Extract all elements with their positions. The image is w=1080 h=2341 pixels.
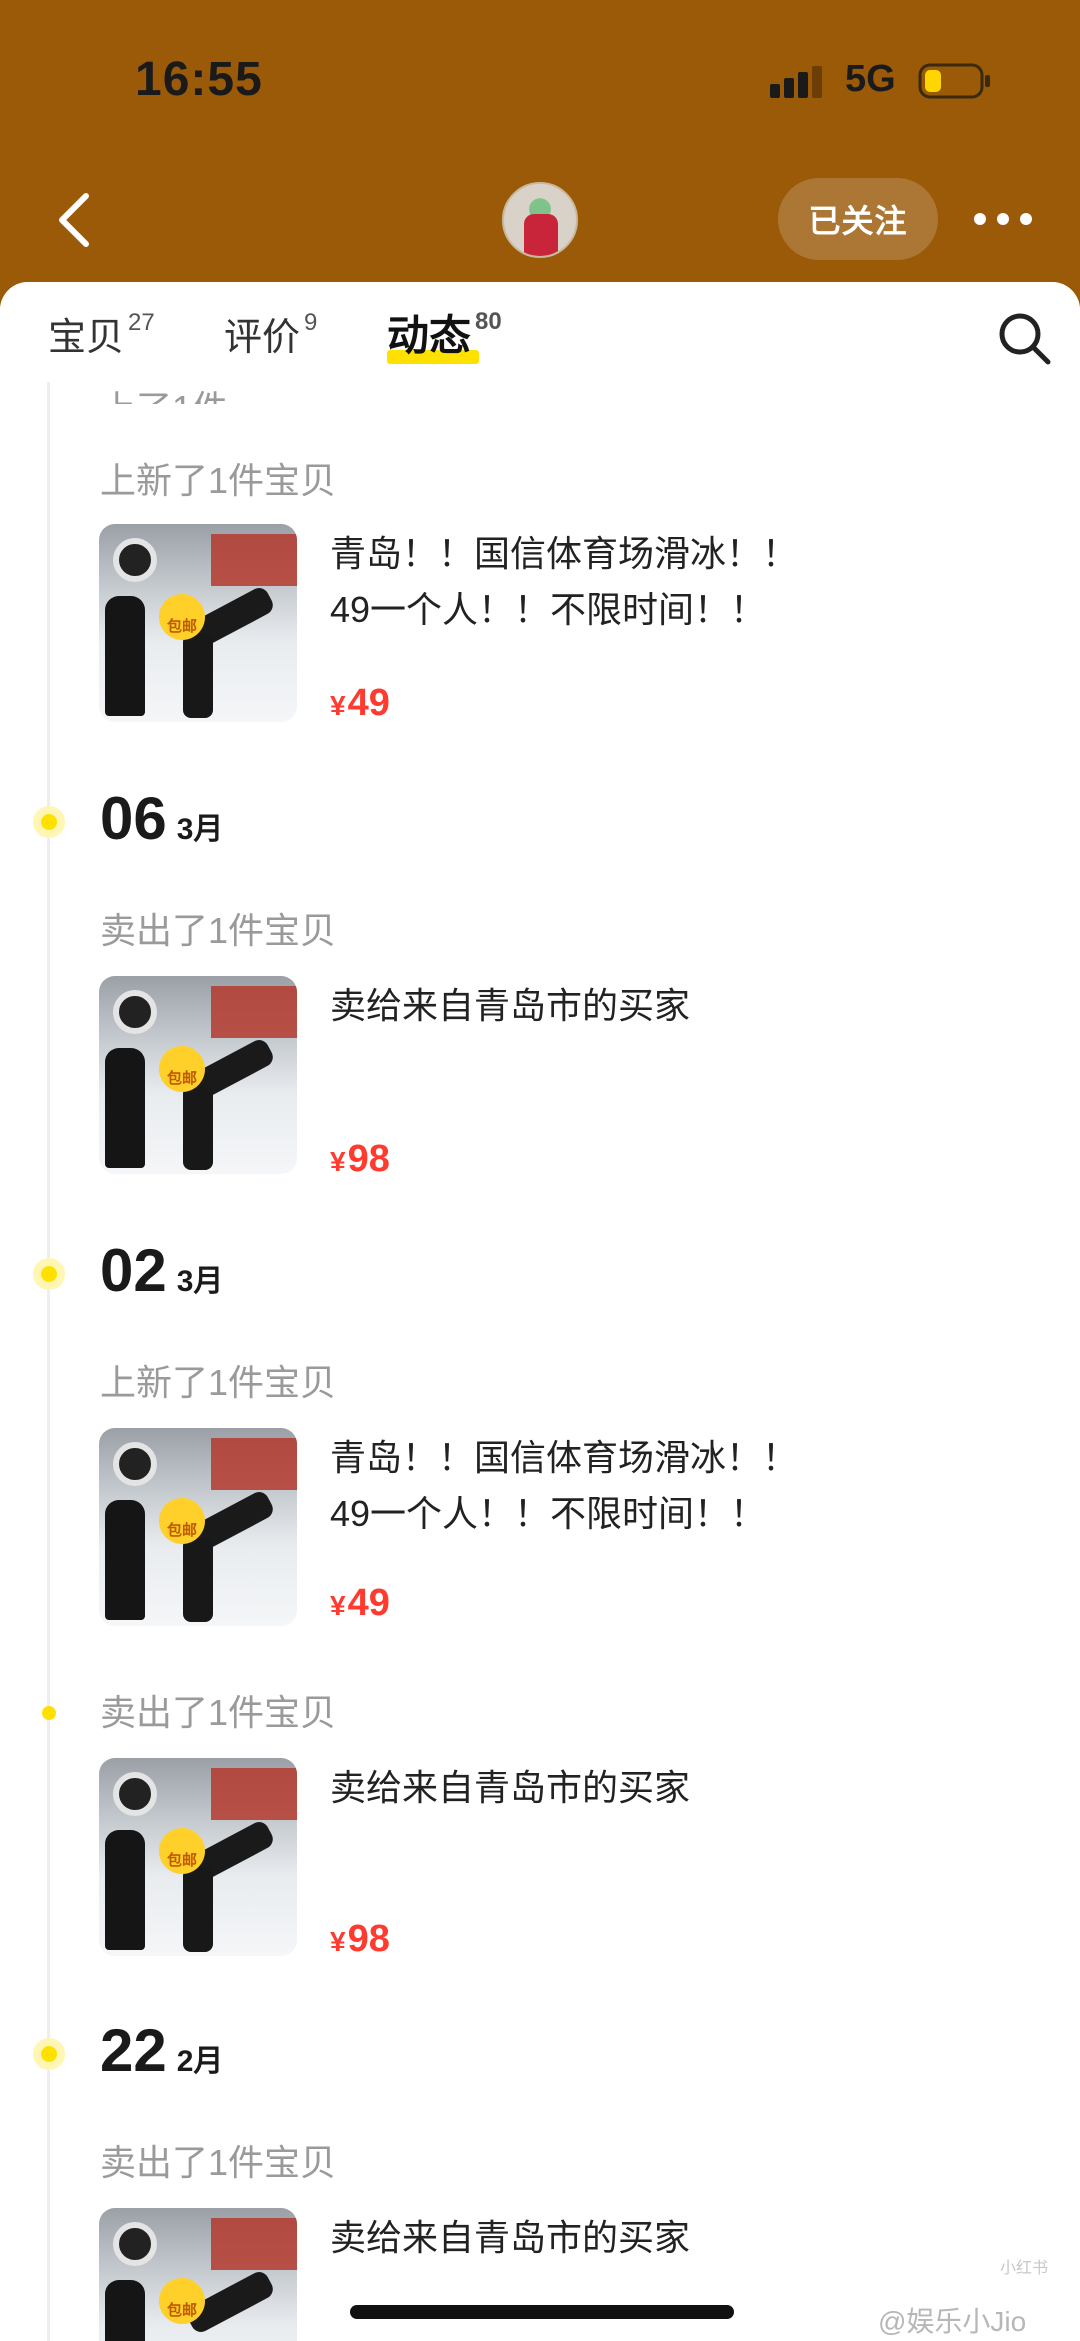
- skater-shape: [183, 1538, 213, 1622]
- date-header: 06 3月: [100, 784, 223, 853]
- event-label: 卖出了1件宝贝: [100, 1692, 337, 1733]
- date-month: 3月: [176, 813, 224, 846]
- signal-icon: [770, 66, 822, 98]
- banner-image: [211, 1438, 297, 1490]
- timeline-dot: [33, 2038, 65, 2070]
- avatar[interactable]: [502, 182, 578, 258]
- free-shipping-badge: 包邮: [159, 2278, 205, 2324]
- free-shipping-badge: 包邮: [159, 1498, 205, 1544]
- price: ¥98: [330, 1918, 390, 1961]
- product-thumbnail[interactable]: 包邮: [99, 1428, 297, 1626]
- banner-image: [211, 534, 297, 586]
- tab-count: 9: [304, 309, 318, 337]
- timeline-dot: [33, 1258, 65, 1290]
- rink-logo: [113, 2222, 157, 2266]
- price: ¥49: [330, 682, 390, 725]
- network-label: 5G: [845, 58, 896, 100]
- product-title-line: 49一个人！！不限时间！！: [330, 1493, 767, 1534]
- product-title[interactable]: 卖给来自青岛市的买家: [330, 1760, 890, 1816]
- product-thumbnail[interactable]: 包邮: [99, 1758, 297, 1956]
- rink-logo: [113, 1442, 157, 1486]
- date-header: 22 2月: [100, 2016, 223, 2085]
- price-value: 98: [347, 1918, 390, 1960]
- price-value: 98: [347, 1138, 390, 1180]
- product-title[interactable]: 青岛！！国信体育场滑冰！！ 49一个人！！不限时间！！: [330, 526, 890, 638]
- product-thumbnail[interactable]: 包邮: [99, 524, 297, 722]
- status-bar: 16:55 5G: [0, 0, 1080, 160]
- battery-icon: [918, 63, 990, 99]
- tab-reviews[interactable]: 评价 9: [224, 306, 317, 361]
- event-label: 上新了1件宝贝: [100, 460, 337, 501]
- product-title-line: 青岛！！国信体育场滑冰！！: [330, 533, 799, 574]
- rink-logo: [113, 1772, 157, 1816]
- product-title-line: 卖给来自青岛市的买家: [330, 985, 691, 1026]
- rink-logo: [113, 538, 157, 582]
- date-day: 06: [100, 785, 167, 852]
- product-title[interactable]: 卖给来自青岛市的买家: [330, 978, 890, 1034]
- timeline-dot-small: [42, 1706, 56, 1720]
- product-title-line: 卖给来自青岛市的买家: [330, 2217, 691, 2258]
- price-value: 49: [347, 1582, 390, 1624]
- event-label: 卖出了1件宝贝: [100, 2142, 337, 2183]
- tab-count: 27: [128, 309, 155, 337]
- banner-image: [211, 1768, 297, 1820]
- skater-shape: [105, 1830, 145, 1950]
- date-month: 2月: [176, 2045, 224, 2078]
- watermark-small: 小红书: [1000, 2260, 1049, 2277]
- rink-logo: [113, 990, 157, 1034]
- skater-shape: [105, 2280, 145, 2341]
- product-thumbnail[interactable]: 包邮: [99, 2208, 297, 2341]
- product-thumbnail[interactable]: 包邮: [99, 976, 297, 1174]
- status-time: 16:55: [135, 53, 263, 106]
- currency-symbol: ¥: [330, 1590, 346, 1621]
- price: ¥49: [330, 1582, 390, 1625]
- tab-bar: 宝贝 27 评价 9 动态 80: [0, 282, 1080, 382]
- skater-shape: [105, 1500, 145, 1620]
- date-header: 02 3月: [100, 1236, 223, 1305]
- currency-symbol: ¥: [330, 690, 346, 721]
- date-day: 02: [100, 1237, 167, 1304]
- price: ¥98: [330, 1138, 390, 1181]
- timeline-dot: [33, 806, 65, 838]
- free-shipping-badge: 包邮: [159, 594, 205, 640]
- skater-shape: [183, 1868, 213, 1952]
- currency-symbol: ¥: [330, 1146, 346, 1177]
- banner-image: [211, 2218, 297, 2270]
- product-title-line: 青岛！！国信体育场滑冰！！: [330, 1437, 799, 1478]
- more-dots-icon[interactable]: [972, 196, 1034, 242]
- follow-button[interactable]: 已关注: [778, 178, 938, 260]
- product-title[interactable]: 青岛！！国信体育场滑冰！！ 49一个人！！不限时间！！: [330, 1430, 890, 1542]
- home-indicator[interactable]: [350, 2305, 734, 2319]
- product-title-line: 卖给来自青岛市的买家: [330, 1767, 691, 1808]
- nav-bar: 已关注: [0, 160, 1080, 280]
- free-shipping-badge: 包邮: [159, 1828, 205, 1874]
- tab-items[interactable]: 宝贝 27: [48, 306, 155, 361]
- skater-shape: [183, 1086, 213, 1170]
- tab-feed[interactable]: 动态 80: [387, 302, 502, 363]
- banner-image: [211, 986, 297, 1038]
- tab-label: 动态: [387, 312, 472, 359]
- search-icon[interactable]: [996, 310, 1052, 366]
- skater-shape: [183, 634, 213, 718]
- skater-shape: [105, 1048, 145, 1168]
- cutoff-label: 上了1件: [100, 380, 228, 404]
- chevron-left-icon[interactable]: [48, 188, 104, 252]
- date-day: 22: [100, 2017, 167, 2084]
- event-label: 上新了1件宝贝: [100, 1362, 337, 1403]
- price-value: 49: [347, 682, 390, 724]
- watermark: @娱乐小Jio: [878, 2306, 1027, 2337]
- tab-label: 评价: [224, 317, 301, 359]
- event-label: 卖出了1件宝贝: [100, 910, 337, 951]
- skater-shape: [105, 596, 145, 716]
- tab-label: 宝贝: [48, 317, 125, 359]
- currency-symbol: ¥: [330, 1926, 346, 1957]
- tab-count: 80: [475, 308, 502, 335]
- date-month: 3月: [176, 1265, 224, 1298]
- product-title-line: 49一个人！！不限时间！！: [330, 589, 767, 630]
- free-shipping-badge: 包邮: [159, 1046, 205, 1092]
- content-panel: 宝贝27 评价9 动态80 上了1件 上新了1件宝贝 包邮 青岛！！国信体育场滑…: [0, 282, 1080, 2341]
- product-title[interactable]: 卖给来自青岛市的买家: [330, 2210, 890, 2266]
